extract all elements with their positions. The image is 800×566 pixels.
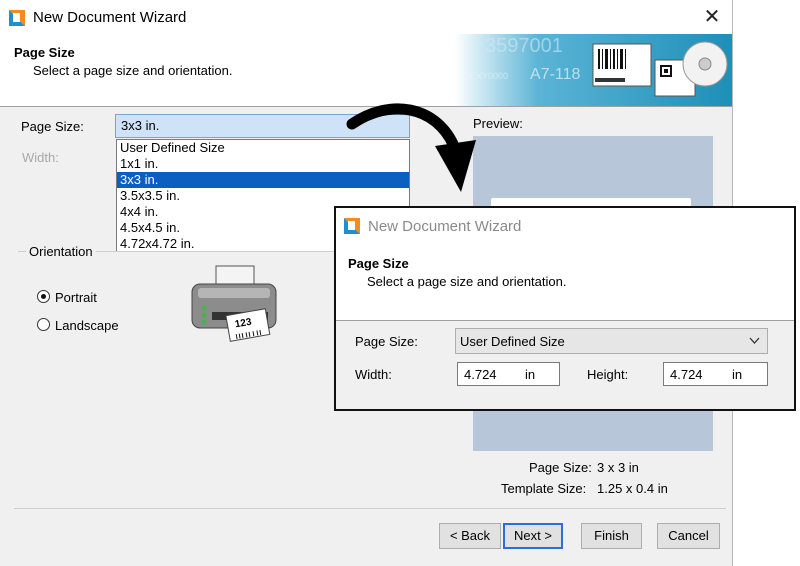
inset-height-label: Height:	[587, 367, 629, 382]
inset-height-field[interactable]: 4.724 in	[663, 362, 768, 386]
orientation-label: Orientation	[26, 244, 96, 259]
cancel-button[interactable]: Cancel	[657, 523, 720, 549]
header-subtitle: Select a page size and orientation.	[33, 63, 233, 78]
svg-text:A7-118: A7-118	[530, 66, 581, 83]
inset-height-unit: in	[732, 367, 743, 382]
svg-text:0EXY0000: 0EXY0000	[465, 71, 508, 81]
inset-header-title: Page Size	[348, 256, 409, 271]
inset-height-value: 4.724	[670, 367, 703, 382]
template-size-value: 1.25 x 0.4 in	[597, 481, 668, 496]
inset-app-icon	[342, 216, 362, 236]
footer-divider	[14, 508, 726, 509]
landscape-radio[interactable]	[37, 318, 50, 331]
preview-page-size-value: 3 x 3 in	[597, 460, 639, 475]
header-title: Page Size	[14, 45, 75, 60]
svg-text:3597001: 3597001	[485, 35, 563, 57]
portrait-label[interactable]: Portrait	[55, 290, 97, 305]
preview-page-size-label: Page Size:	[529, 460, 592, 475]
finish-button[interactable]: Finish	[581, 523, 642, 549]
chevron-down-icon	[749, 337, 760, 344]
inset-width-value: 4.724	[464, 367, 497, 382]
inset-page-size-value: User Defined Size	[460, 334, 565, 349]
back-button[interactable]: < Back	[439, 523, 501, 549]
inset-window-title: New Document Wizard	[368, 218, 522, 235]
template-size-label: Template Size:	[501, 481, 587, 496]
inset-width-field[interactable]: 4.724 in	[457, 362, 560, 386]
landscape-label[interactable]: Landscape	[55, 318, 119, 333]
inset-width-unit: in	[525, 367, 536, 382]
inset-page-size-label: Page Size:	[355, 334, 418, 349]
page-size-value: 3x3 in.	[121, 118, 160, 133]
portrait-radio[interactable]	[37, 290, 50, 303]
barcode-banner-image: 3597001 A7-118 0EXY0000	[455, 34, 732, 106]
next-button[interactable]: Next >	[503, 523, 563, 549]
inset-header: New Document Wizard Page Size Select a p…	[336, 208, 794, 321]
inset-header-subtitle: Select a page size and orientation.	[367, 274, 567, 289]
inset-page-size-dropdown[interactable]: User Defined Size	[455, 328, 768, 354]
printer-icon	[191, 265, 277, 342]
inset-width-label: Width:	[355, 367, 392, 382]
page-size-label: Page Size:	[21, 119, 84, 134]
title-bar: New Document Wizard ✕	[0, 0, 732, 34]
callout-arrow	[346, 103, 476, 192]
width-label: Width:	[22, 150, 59, 165]
app-icon	[7, 8, 27, 28]
close-icon[interactable]: ✕	[700, 6, 724, 28]
window-title: New Document Wizard	[33, 9, 187, 26]
inset-wizard-window: New Document Wizard Page Size Select a p…	[334, 206, 796, 411]
